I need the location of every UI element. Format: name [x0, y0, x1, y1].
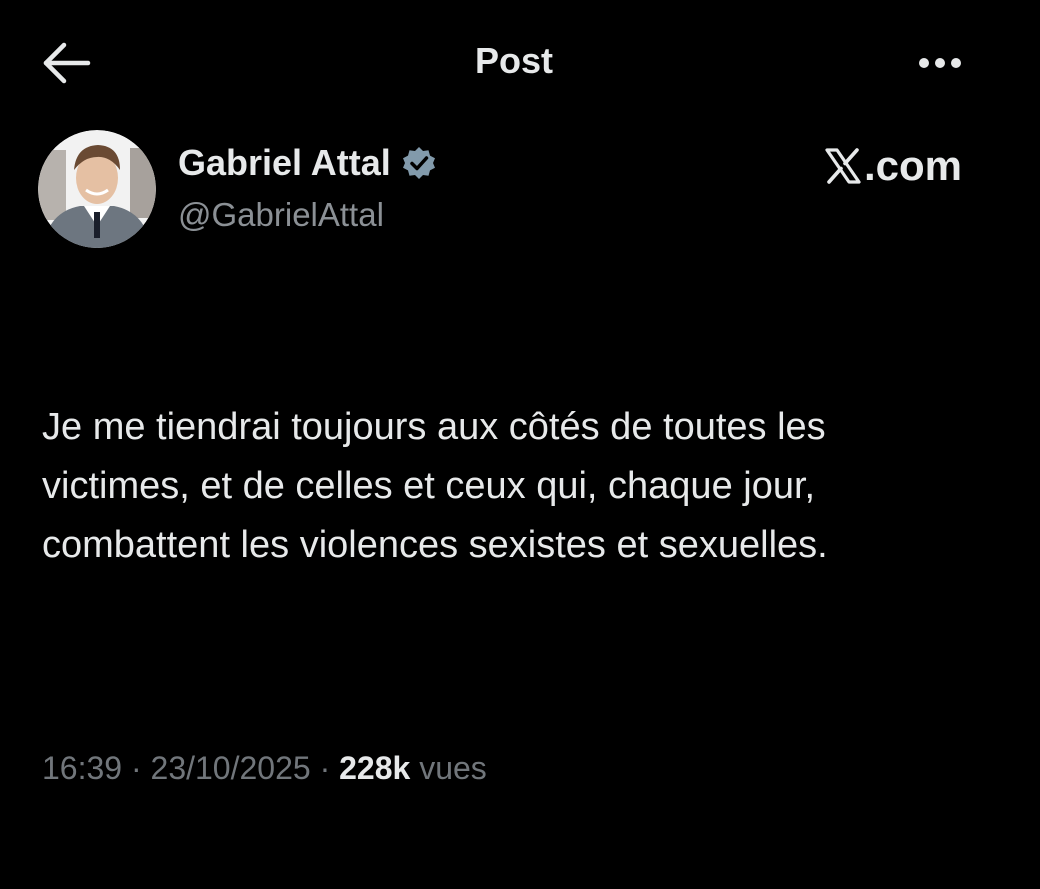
views-count[interactable]: 228k [339, 750, 410, 786]
post-author: Gabriel Attal @GabrielAttal .com [38, 130, 978, 260]
more-horizontal-icon [919, 58, 961, 68]
post-time[interactable]: 16:39 [42, 750, 122, 786]
avatar-photo [38, 130, 156, 248]
x-logo-icon [825, 148, 861, 184]
page-title: Post [474, 40, 553, 81]
post-text-line: victimes, et de celles et ceux qui, chaq… [42, 465, 816, 507]
post-text: Je me tiendrai toujours aux côtés de tou… [42, 398, 1002, 575]
brand-text: .com [863, 142, 962, 189]
avatar[interactable] [38, 130, 156, 248]
post-text-line: combattent les violences sexistes et sex… [42, 524, 828, 566]
author-handle[interactable]: @GabrielAttal [178, 196, 384, 234]
views-label: vues [419, 750, 487, 786]
post-date[interactable]: 23/10/2025 [151, 750, 311, 786]
verified-badge-icon [402, 147, 435, 179]
author-display-name: Gabriel Attal [178, 142, 391, 183]
post-meta: 16:39 · 23/10/2025 · 228k vues [42, 750, 487, 787]
more-options-button[interactable] [912, 48, 968, 78]
brand-watermark: .com [824, 142, 962, 190]
top-bar: Post [0, 0, 1040, 120]
author-name-link[interactable]: Gabriel Attal [178, 142, 437, 184]
meta-separator: · [122, 750, 151, 786]
post-text-line: Je me tiendrai toujours aux côtés de tou… [42, 406, 826, 448]
meta-separator: · [310, 750, 340, 786]
